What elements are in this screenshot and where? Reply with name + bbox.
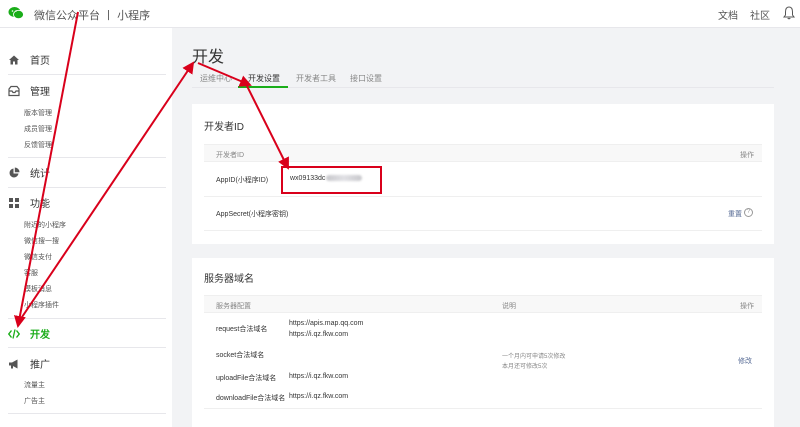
annotation-arrows <box>13 11 289 328</box>
arrow-to-appid <box>242 77 289 170</box>
arrow-to-title <box>19 61 195 321</box>
arrow-to-tab <box>197 62 252 87</box>
